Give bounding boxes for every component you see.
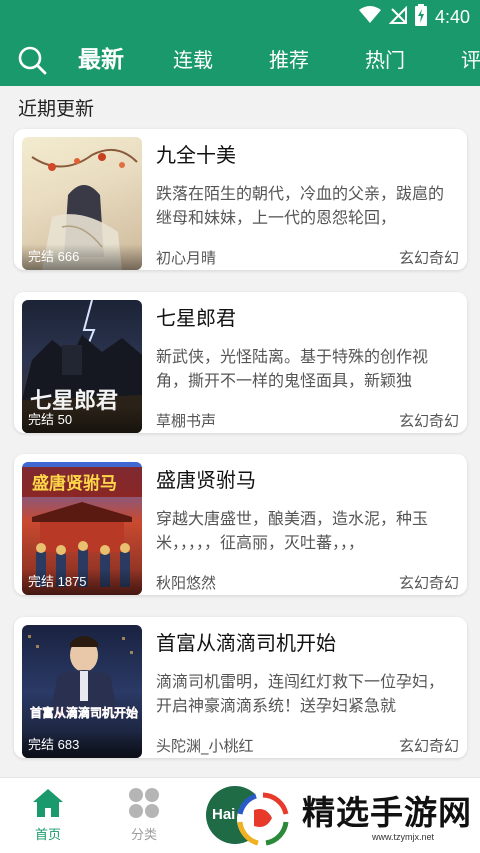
tab-popular[interactable]: 热门 <box>365 34 405 86</box>
nav-label: 首页 <box>34 828 61 843</box>
book-card[interactable]: 盛唐贤驸马 完结 1875 盛唐贤驸马 穿越大唐盛世，酿美酒，造水泥，种玉米，，… <box>14 454 467 595</box>
status-bar: 4:40 <box>0 0 480 34</box>
book-author: 头陀渊_小桃红 <box>156 737 254 755</box>
book-genre: 玄幻奇幻 <box>398 412 459 430</box>
book-description: 跌落在陌生的朝代，冷血的父亲，跋扈的继母和妹妹，上一代的恩怨轮回， <box>156 184 445 227</box>
watermark-logo-icon <box>232 790 294 848</box>
category-grid-icon <box>128 788 160 822</box>
nav-label: 分类 <box>130 828 157 843</box>
book-cover: 七星郎君 完结 50 <box>22 300 142 433</box>
section-title: 近期更新 <box>18 98 95 120</box>
cover-title-art: 首富从滴滴司机开始 <box>30 705 138 720</box>
watermark-url: www.tzymjx.net <box>372 832 435 842</box>
book-genre: 玄幻奇幻 <box>398 249 459 267</box>
book-title: 首富从滴滴司机开始 <box>156 631 336 655</box>
nav-item-category[interactable]: 分类 <box>114 788 174 843</box>
book-cover: 完结 666 <box>22 137 142 270</box>
cover-badge: 完结 683 <box>22 732 142 758</box>
status-time: 4:40 <box>434 6 470 27</box>
battery-charging-icon <box>414 4 427 30</box>
tab-latest[interactable]: 最新 <box>78 34 124 86</box>
home-icon <box>32 789 64 822</box>
tab-serial[interactable]: 连载 <box>173 34 213 86</box>
book-card[interactable]: 首富从滴滴司机开始 完结 683 首富从滴滴司机开始 滴滴司机雷明，连闯红灯救下… <box>14 617 467 758</box>
book-title: 九全十美 <box>156 143 236 167</box>
book-cover: 首富从滴滴司机开始 完结 683 <box>22 625 142 758</box>
book-genre: 玄幻奇幻 <box>398 737 459 755</box>
book-description: 新武侠，光怪陆离。基于特殊的创作视角，撕开不一样的鬼怪面具，新颖独 <box>156 347 429 390</box>
wifi-icon <box>358 6 381 28</box>
nav-item-home[interactable]: 首页 <box>18 788 78 843</box>
no-signal-icon <box>388 5 407 28</box>
cover-badge: 完结 666 <box>22 244 142 270</box>
watermark-text: 精选手游网 <box>302 793 472 832</box>
cover-badge: 完结 50 <box>22 407 142 433</box>
book-description: 穿越大唐盛世，酿美酒，造水泥，种玉米，，，，，征高丽，灭吐蕃，，， <box>156 509 429 552</box>
cover-badge: 完结 1875 <box>22 569 142 595</box>
book-author: 草棚书声 <box>156 412 217 430</box>
book-author: 初心月晴 <box>156 249 217 267</box>
book-title: 七星郎君 <box>156 306 236 330</box>
tab-recommend[interactable]: 推荐 <box>269 34 309 86</box>
book-genre: 玄幻奇幻 <box>398 574 459 592</box>
search-icon[interactable] <box>16 44 48 76</box>
tab-review[interactable]: 评 <box>461 34 480 86</box>
book-cover: 盛唐贤驸马 完结 1875 <box>22 462 142 595</box>
book-card[interactable]: 完结 666 九全十美 跌落在陌生的朝代，冷血的父亲，跋扈的继母和妹妹，上一代的… <box>14 129 467 270</box>
top-tab-bar: 最新 连载 推荐 热门 评 <box>0 34 480 86</box>
book-author: 秋阳悠然 <box>156 574 217 592</box>
book-card[interactable]: 七星郎君 完结 50 七星郎君 新武侠，光怪陆离。基于特殊的创作视角，撕开不一样… <box>14 292 467 433</box>
cover-title-art: 盛唐贤驸马 <box>32 473 117 494</box>
status-icons: 4:40 <box>358 4 470 30</box>
book-description: 滴滴司机雷明，连闯红灯救下一位孕妇，开启神豪滴滴系统！送孕妇紧急就 <box>156 672 445 715</box>
book-title: 盛唐贤驸马 <box>156 468 256 492</box>
